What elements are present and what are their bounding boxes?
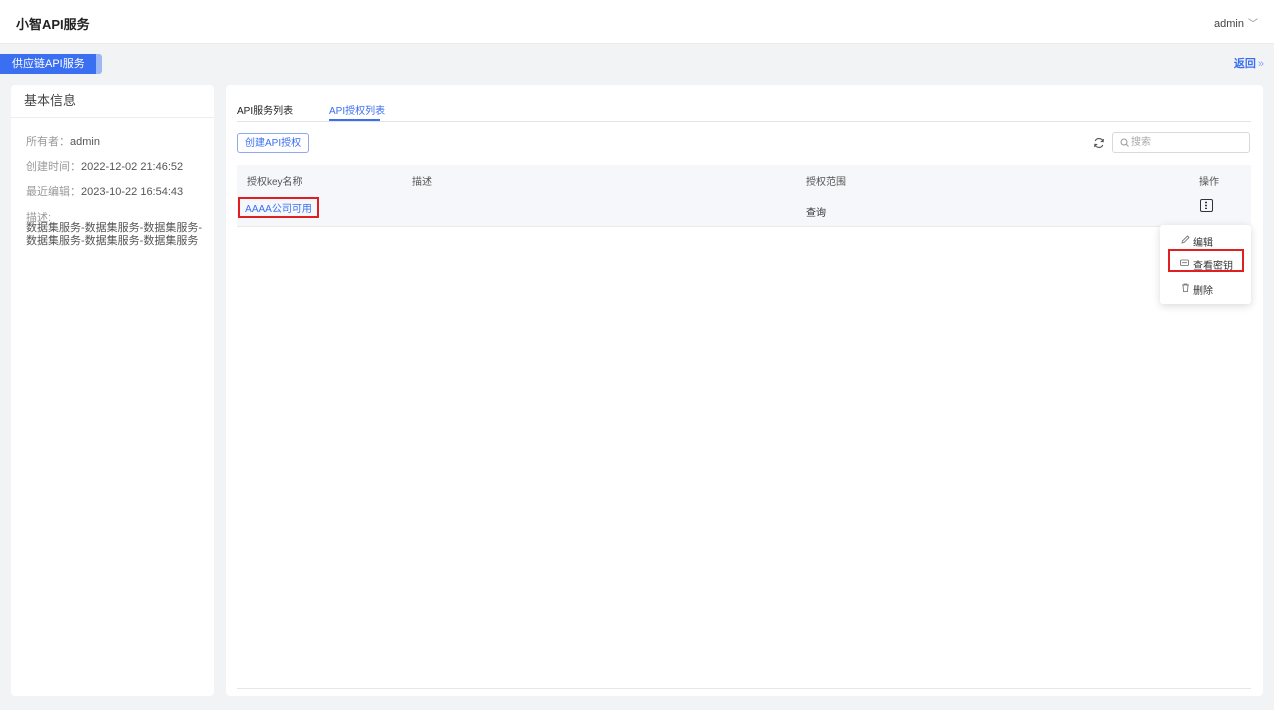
search-icon — [1120, 138, 1129, 147]
view-key-highlight — [1168, 249, 1244, 272]
back-link[interactable]: 返回» — [1234, 55, 1264, 71]
basic-info-panel: 基本信息 所有者：admin 创建时间：2022-12-02 21:46:52 … — [11, 85, 214, 696]
service-tag: 供应链API服务 — [0, 54, 102, 74]
key-name-link[interactable]: AAAA公司可用 — [238, 197, 319, 218]
col-action: 操作 — [1199, 177, 1219, 188]
edited-value: 2023-10-22 16:54:43 — [81, 186, 184, 198]
owner-label: 所有者： — [26, 136, 70, 148]
table-bottom-divider — [237, 688, 1251, 689]
desc-value: 数据集服务-数据集服务-数据集服务-数据集服务-数据集服务-数据集服务 — [26, 222, 202, 247]
chevron-down-icon: ﹀ — [1248, 19, 1258, 30]
menu-edit[interactable]: 编辑 — [1160, 231, 1251, 249]
search-input[interactable] — [1131, 135, 1243, 150]
col-key-name: 授权key名称 — [247, 177, 303, 188]
active-tab-indicator — [329, 119, 380, 121]
panel-title: 基本信息 — [11, 85, 214, 118]
create-auth-button[interactable]: 创建API授权 — [237, 133, 310, 153]
double-chevron-right-icon: » — [1257, 58, 1264, 70]
created-label: 创建时间： — [26, 161, 81, 173]
tab-api-auth[interactable]: API授权列表 — [329, 102, 385, 117]
edited-label: 最近编辑： — [26, 186, 81, 198]
col-scope: 授权范围 — [806, 177, 846, 188]
user-name: admin — [1214, 18, 1244, 30]
created-value: 2022-12-02 21:46:52 — [81, 161, 184, 173]
more-actions-icon[interactable] — [1200, 199, 1213, 212]
edited-row: 最近编辑：2023-10-22 16:54:43 — [26, 183, 183, 199]
table-header: 授权key名称 描述 授权范围 操作 — [237, 165, 1251, 193]
refresh-icon[interactable] — [1093, 137, 1105, 149]
user-menu[interactable]: admin ﹀ — [1214, 15, 1258, 30]
menu-delete[interactable]: 删除 — [1160, 279, 1251, 297]
created-row: 创建时间：2022-12-02 21:46:52 — [26, 158, 183, 174]
owner-row: 所有者：admin — [26, 133, 100, 149]
owner-value: admin — [70, 136, 100, 148]
trash-icon — [1182, 283, 1189, 292]
top-bar: 小智API服务 admin ﹀ — [0, 0, 1274, 44]
tab-api-services[interactable]: API服务列表 — [237, 102, 293, 117]
main-panel: API服务列表 API授权列表 创建API授权 授权key名称 描述 授权范围 … — [226, 85, 1263, 696]
col-desc: 描述 — [412, 177, 432, 188]
actions-dropdown: 编辑 查看密钥 删除 — [1160, 225, 1251, 304]
back-label: 返回 — [1233, 58, 1256, 70]
row-scope: 查询 — [806, 208, 826, 219]
search-field[interactable] — [1112, 132, 1250, 153]
app-title: 小智API服务 — [16, 17, 90, 32]
table-row: AAAA公司可用 查询 — [237, 193, 1251, 227]
tab-bar: API服务列表 API授权列表 — [237, 85, 1251, 122]
pencil-icon — [1181, 235, 1190, 244]
